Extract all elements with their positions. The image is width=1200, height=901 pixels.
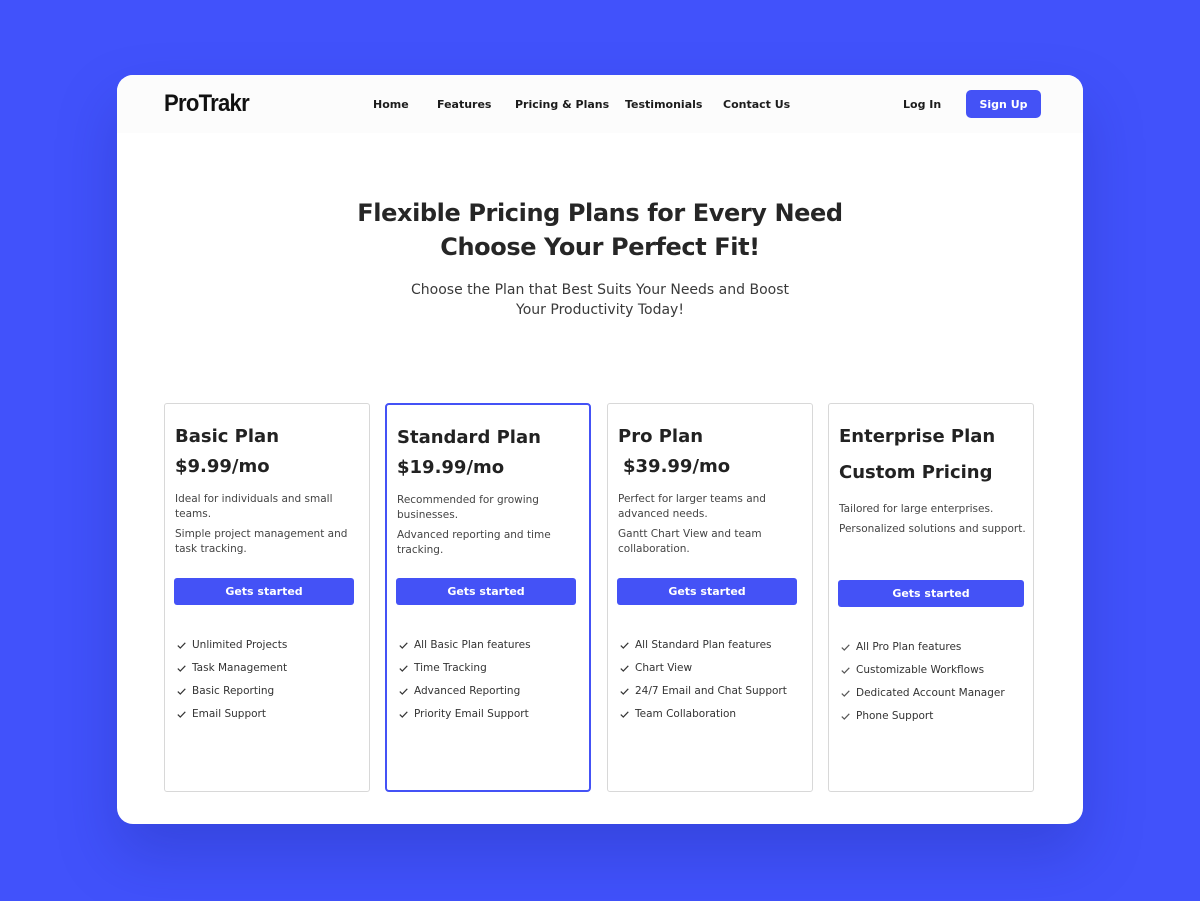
check-icon [841, 667, 850, 674]
login-link[interactable]: Log In [903, 98, 941, 111]
check-icon [841, 713, 850, 720]
plan-name: Standard Plan [397, 427, 541, 448]
feature-label: Advanced Reporting [414, 685, 521, 697]
plan-price: $39.99/mo [623, 456, 731, 477]
feature-label: 24/7 Email and Chat Support [635, 685, 787, 697]
feature-item: Email Support [175, 703, 287, 726]
signup-button[interactable]: Sign Up [966, 90, 1041, 118]
feature-item: Task Management [175, 657, 287, 680]
check-icon [620, 642, 629, 649]
pricing-card-pro: Pro Plan $39.99/mo Perfect for larger te… [607, 403, 813, 792]
feature-label: Chart View [635, 662, 693, 674]
plan-description-line: Perfect for larger teams and advanced ne… [618, 493, 766, 520]
check-icon [620, 688, 629, 695]
check-icon [399, 688, 408, 695]
get-started-button[interactable]: Gets started [396, 578, 576, 605]
nav-link-contact-us[interactable]: Contact Us [723, 98, 790, 111]
check-icon [177, 688, 186, 695]
plan-name: Pro Plan [618, 426, 704, 447]
get-started-button[interactable]: Gets started [838, 580, 1024, 607]
feature-list: All Basic Plan features Time Tracking Ad… [397, 634, 531, 726]
plan-description-line: Ideal for individuals and small teams. [175, 493, 333, 520]
feature-item: Dedicated Account Manager [839, 682, 1005, 705]
feature-item: Chart View [618, 657, 787, 680]
feature-label: All Standard Plan features [635, 639, 772, 651]
plan-name: Enterprise Plan [839, 426, 996, 447]
plan-price: $19.99/mo [397, 457, 505, 478]
plan-description-line: Tailored for large enterprises. [839, 503, 994, 515]
nav-link-testimonials[interactable]: Testimonials [625, 98, 702, 111]
check-icon [620, 665, 629, 672]
feature-item: Time Tracking [397, 657, 531, 680]
check-icon [177, 642, 186, 649]
check-icon [620, 711, 629, 718]
feature-label: All Basic Plan features [414, 639, 531, 651]
feature-item: Basic Reporting [175, 680, 287, 703]
feature-list: All Standard Plan features Chart View 24… [618, 634, 787, 726]
check-icon [177, 665, 186, 672]
feature-item: All Basic Plan features [397, 634, 531, 657]
feature-item: Unlimited Projects [175, 634, 287, 657]
feature-label: Basic Reporting [192, 685, 275, 697]
hero-title: Flexible Pricing Plans for Every Need Ch… [357, 199, 843, 261]
feature-list: All Pro Plan features Customizable Workf… [839, 636, 1005, 728]
browser-window: ProTrakr Home Features Pricing & Plans T… [117, 75, 1083, 824]
plan-description-line: Advanced reporting and time tracking. [397, 529, 551, 556]
feature-item: All Standard Plan features [618, 634, 787, 657]
feature-item: Priority Email Support [397, 703, 531, 726]
get-started-button[interactable]: Gets started [174, 578, 354, 605]
check-icon [177, 711, 186, 718]
feature-item: Advanced Reporting [397, 680, 531, 703]
feature-label: Team Collaboration [635, 708, 737, 720]
feature-list: Unlimited Projects Task Management Basic… [175, 634, 287, 726]
feature-item: Customizable Workflows [839, 659, 1005, 682]
feature-label: Priority Email Support [414, 708, 529, 720]
feature-label: Dedicated Account Manager [856, 687, 1005, 699]
logo[interactable]: ProTrakr [164, 90, 250, 118]
feature-label: All Pro Plan features [856, 641, 962, 653]
get-started-button[interactable]: Gets started [617, 578, 797, 605]
plan-description-line: Gantt Chart View and team collaboration. [618, 528, 762, 555]
feature-item: Phone Support [839, 705, 1005, 728]
hero-subtitle: Choose the Plan that Best Suits Your Nee… [411, 282, 789, 318]
feature-label: Customizable Workflows [856, 664, 985, 676]
pricing-card-enterprise: Enterprise Plan Custom Pricing Tailored … [828, 403, 1034, 792]
plan-description: Recommended for growing businesses. Adva… [397, 493, 587, 563]
check-icon [399, 711, 408, 718]
feature-label: Task Management [192, 662, 288, 674]
feature-label: Time Tracking [414, 662, 487, 674]
feature-label: Unlimited Projects [192, 639, 288, 651]
pricing-card-basic: Basic Plan $9.99/mo Ideal for individual… [164, 403, 370, 792]
plan-description: Perfect for larger teams and advanced ne… [618, 492, 808, 562]
check-icon [841, 690, 850, 697]
navbar: ProTrakr Home Features Pricing & Plans T… [117, 75, 1083, 133]
plan-description: Tailored for large enterprises. Personal… [839, 502, 1029, 542]
nav-link-home[interactable]: Home [373, 98, 409, 111]
plan-description-line: Personalized solutions and support. [839, 523, 1026, 535]
plan-description: Ideal for individuals and small teams. S… [175, 492, 365, 562]
plan-name: Basic Plan [175, 426, 280, 447]
plan-price: Custom Pricing [839, 462, 993, 483]
plan-description-line: Recommended for growing businesses. [397, 494, 539, 521]
feature-label: Phone Support [856, 710, 934, 722]
pricing-card-standard: Standard Plan $19.99/mo Recommended for … [385, 403, 591, 792]
plan-price: $9.99/mo [175, 456, 270, 477]
feature-item: 24/7 Email and Chat Support [618, 680, 787, 703]
feature-item: All Pro Plan features [839, 636, 1005, 659]
plan-description-line: Simple project management and task track… [175, 528, 348, 555]
check-icon [399, 642, 408, 649]
feature-label: Email Support [192, 708, 266, 720]
nav-link-pricing-plans[interactable]: Pricing & Plans [515, 98, 609, 111]
check-icon [841, 644, 850, 651]
feature-item: Team Collaboration [618, 703, 787, 726]
check-icon [399, 665, 408, 672]
nav-link-features[interactable]: Features [437, 98, 491, 111]
